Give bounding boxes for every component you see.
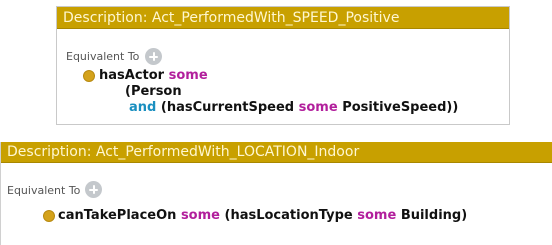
keyword-some: some xyxy=(298,100,338,115)
class-person: (Person xyxy=(125,84,182,99)
keyword-some: some xyxy=(357,208,397,223)
equivalent-to-label: Equivalent To xyxy=(66,50,140,63)
class-bullet-icon xyxy=(83,70,95,82)
equivalent-expression-line-1[interactable]: hasActor some xyxy=(99,68,208,84)
equivalent-to-label: Equivalent To xyxy=(7,184,81,197)
equivalent-expression-line-3: and (hasCurrentSpeed some PositiveSpeed)… xyxy=(129,100,458,116)
description-panel-speed: Description: Act_PerformedWith_SPEED_Pos… xyxy=(56,6,510,125)
class-building: Building) xyxy=(400,208,468,223)
panel-title: Description: Act_PerformedWith_LOCATION_… xyxy=(1,142,552,163)
equivalent-expression[interactable]: canTakePlaceOn some (hasLocationType som… xyxy=(58,208,467,224)
class-bullet-icon xyxy=(43,210,55,222)
property-restriction-open: (hasLocationType xyxy=(224,208,353,223)
keyword-some: some xyxy=(168,68,208,83)
keyword-some: some xyxy=(180,208,220,223)
add-equivalent-icon[interactable] xyxy=(145,48,162,65)
property-restriction-open: (hasCurrentSpeed xyxy=(160,100,295,115)
property-name: hasActor xyxy=(99,68,165,83)
keyword-and: and xyxy=(129,100,157,115)
class-positive-speed: PositiveSpeed)) xyxy=(342,100,459,115)
add-equivalent-icon[interactable] xyxy=(85,181,102,198)
property-name: canTakePlaceOn xyxy=(58,208,177,223)
panel-title: Description: Act_PerformedWith_SPEED_Pos… xyxy=(57,7,509,29)
equivalent-expression-line-2: (Person xyxy=(125,84,182,100)
description-panel-location: Description: Act_PerformedWith_LOCATION_… xyxy=(0,142,552,245)
